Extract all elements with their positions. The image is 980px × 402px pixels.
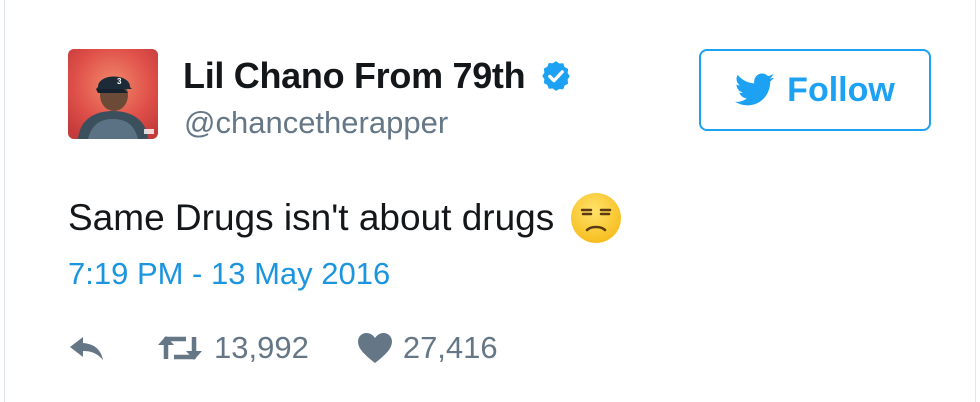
follow-button[interactable]: Follow (699, 49, 931, 131)
like-button[interactable]: 27,416 (357, 330, 498, 366)
tweet-timestamp[interactable]: 7:19 PM - 13 May 2016 (68, 256, 390, 292)
tweet-text-content: Same Drugs isn't about drugs (68, 197, 555, 238)
tweet-text: Same Drugs isn't about drugs (68, 193, 622, 243)
heart-icon (357, 332, 393, 364)
retweet-icon (156, 333, 204, 363)
display-name-text: Lil Chano From 79th (183, 55, 526, 96)
follow-button-label: Follow (787, 70, 895, 109)
svg-text:3: 3 (117, 77, 122, 86)
user-handle[interactable]: @chancetherapper (184, 105, 448, 141)
tweet-actions: 13,992 27,416 (68, 328, 498, 368)
retweet-count: 13,992 (214, 330, 309, 365)
display-name[interactable]: Lil Chano From 79th (183, 54, 573, 98)
unamused-face-emoji-icon (570, 192, 622, 244)
like-count: 27,416 (402, 330, 498, 365)
verified-badge-icon (539, 59, 573, 93)
reply-icon (68, 333, 108, 363)
reply-button[interactable] (68, 333, 108, 363)
retweet-button[interactable]: 13,992 (156, 330, 309, 366)
twitter-bird-icon (735, 73, 775, 107)
tweet-card: 3 Lil Chano From 79th @chancetherapper F… (4, 0, 976, 402)
avatar[interactable]: 3 (68, 49, 158, 139)
